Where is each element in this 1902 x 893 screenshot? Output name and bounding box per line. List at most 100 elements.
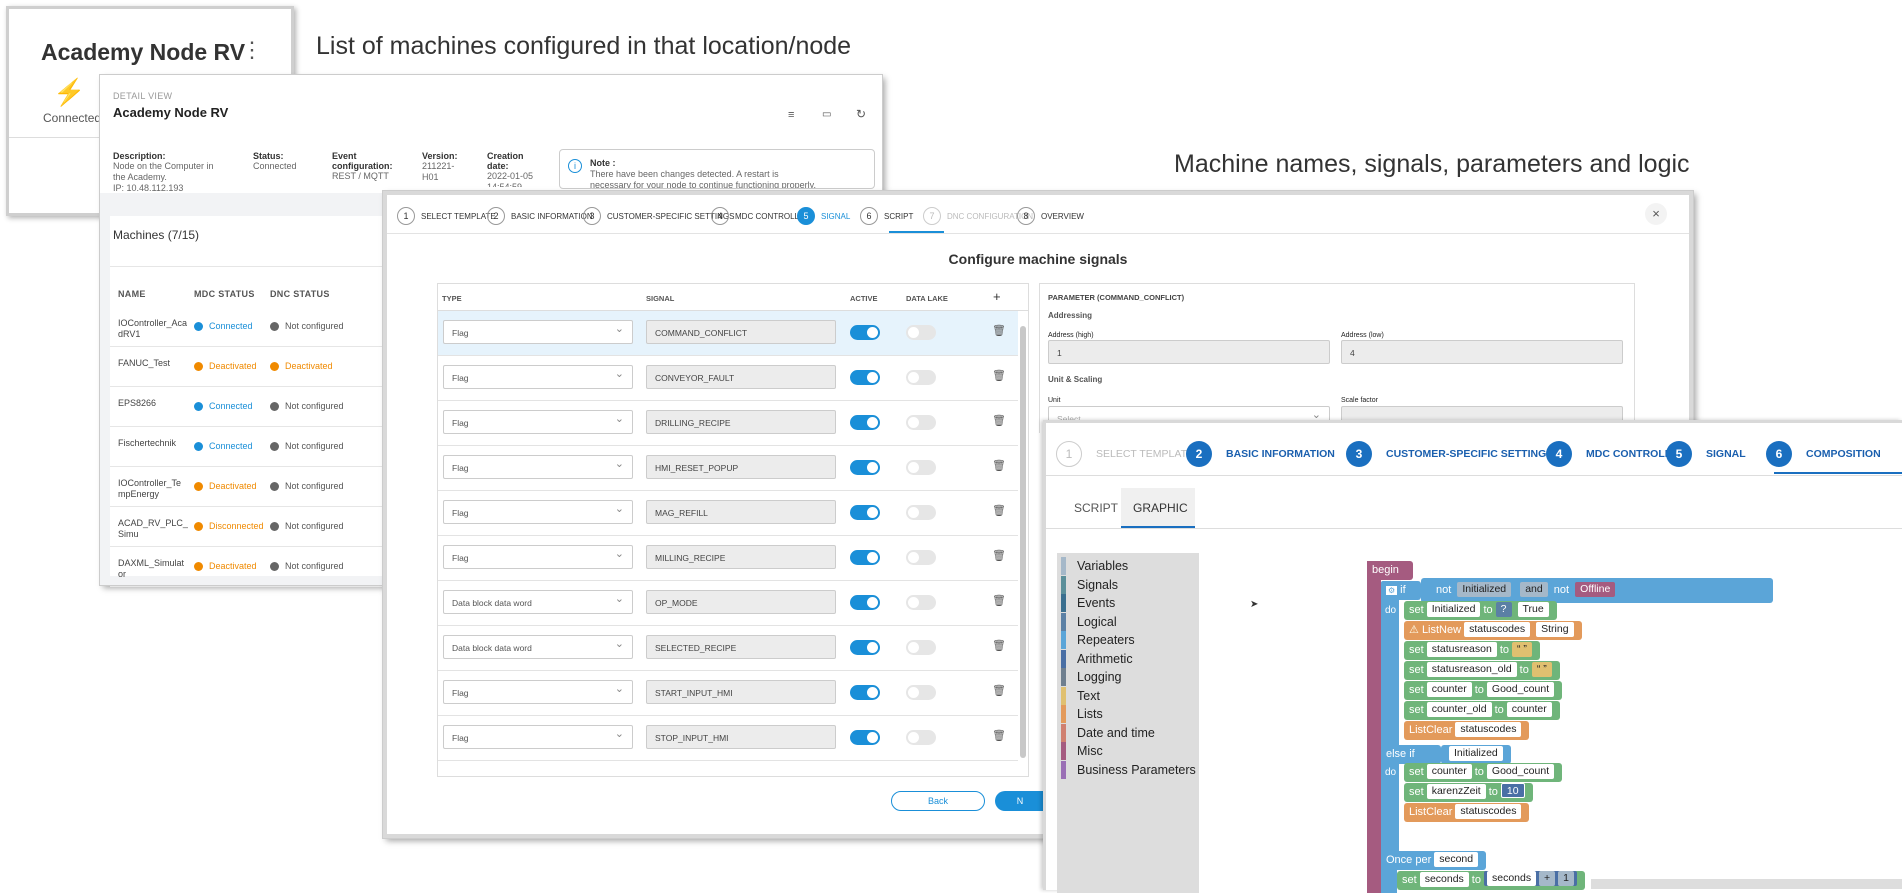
- composition-step-1[interactable]: 1 SELECT TEMPLATE: [1056, 441, 1194, 467]
- step-5[interactable]: 5 SIGNAL: [797, 207, 850, 225]
- gear-icon[interactable]: ⚙: [1386, 586, 1398, 595]
- active-toggle[interactable]: [850, 415, 880, 430]
- trash-icon[interactable]: 🗑: [992, 639, 1006, 652]
- machine-name[interactable]: FANUC_Test: [118, 358, 188, 369]
- set-initialized[interactable]: set Initialized to? True: [1404, 601, 1557, 620]
- table-row[interactable]: Flag MILLING_RECIPE 🗑: [438, 536, 1018, 581]
- offline-var[interactable]: Offline: [1575, 582, 1616, 597]
- var-statuscodes[interactable]: statuscodes: [1455, 722, 1522, 737]
- toolbox-category[interactable]: Signals: [1057, 575, 1199, 594]
- var-statusreason[interactable]: statusreason: [1426, 642, 1497, 657]
- data-lake-toggle[interactable]: [906, 460, 936, 475]
- toolbox-category[interactable]: Arithmetic: [1057, 649, 1199, 668]
- table-row[interactable]: Flag START_INPUT_HMI 🗑: [438, 671, 1018, 716]
- col-data-lake[interactable]: DATA LAKE: [906, 294, 948, 303]
- data-lake-toggle[interactable]: [906, 730, 936, 745]
- composition-step-2[interactable]: 2 BASIC INFORMATION: [1186, 441, 1335, 467]
- var-statusreason-old[interactable]: statusreason_old: [1426, 662, 1517, 677]
- interval-second[interactable]: second: [1434, 852, 1479, 867]
- type-select[interactable]: Flag: [443, 365, 633, 389]
- close-button[interactable]: ×: [1645, 203, 1667, 225]
- string-type[interactable]: String: [1536, 622, 1574, 637]
- data-lake-toggle[interactable]: [906, 550, 936, 565]
- signal-name-input[interactable]: START_INPUT_HMI: [646, 680, 836, 704]
- tab-graphic[interactable]: GRAPHIC: [1121, 488, 1195, 528]
- trash-icon[interactable]: 🗑: [992, 549, 1006, 562]
- trash-icon[interactable]: 🗑: [992, 369, 1006, 382]
- machine-name[interactable]: DAXML_Simulator: [118, 558, 188, 580]
- next-button[interactable]: N: [995, 791, 1045, 811]
- toolbox-category[interactable]: Variables: [1057, 557, 1199, 575]
- signal-name-input[interactable]: COMMAND_CONFLICT: [646, 320, 836, 344]
- data-lake-toggle[interactable]: [906, 415, 936, 430]
- var-counter[interactable]: counter: [1426, 682, 1472, 697]
- var-good-count[interactable]: Good_count: [1486, 682, 1555, 697]
- trash-icon[interactable]: 🗑: [992, 684, 1006, 697]
- tab-script[interactable]: SCRIPT: [1074, 501, 1118, 515]
- trash-icon[interactable]: 🗑: [992, 414, 1006, 427]
- set-counter-2[interactable]: set counter to Good_count: [1404, 763, 1563, 782]
- trash-icon[interactable]: 🗑: [992, 459, 1006, 472]
- type-select[interactable]: Data block data word: [443, 590, 633, 614]
- data-lake-toggle[interactable]: [906, 505, 936, 520]
- var-initialized[interactable]: Initialized: [1449, 746, 1503, 761]
- scrollbar[interactable]: [1020, 326, 1026, 758]
- data-lake-toggle[interactable]: [906, 595, 936, 610]
- address-low-input[interactable]: 4: [1341, 340, 1623, 364]
- trash-icon[interactable]: 🗑: [992, 729, 1006, 742]
- col-signal[interactable]: SIGNAL: [646, 294, 674, 303]
- table-row[interactable]: Flag DRILLING_RECIPE 🗑: [438, 401, 1018, 446]
- signal-name-input[interactable]: DRILLING_RECIPE: [646, 410, 836, 434]
- table-row[interactable]: EPS8266 Connected Not configured: [110, 387, 410, 427]
- table-row[interactable]: IOController_TempEnergy Deactivated Not …: [110, 467, 410, 507]
- step-6[interactable]: 6 SCRIPT: [860, 207, 913, 225]
- col-mdc-status[interactable]: MDC STATUS: [194, 289, 255, 299]
- var-statuscodes[interactable]: statuscodes: [1455, 804, 1522, 819]
- else-if-label[interactable]: else if: [1381, 745, 1441, 764]
- var-counter-old[interactable]: counter_old: [1426, 702, 1492, 717]
- data-lake-toggle[interactable]: [906, 370, 936, 385]
- signal-name-input[interactable]: SELECTED_RECIPE: [646, 635, 836, 659]
- true-value[interactable]: True: [1517, 602, 1549, 617]
- type-select[interactable]: Flag: [443, 320, 633, 344]
- condition-block[interactable]: not Initialized and not Offline: [1421, 578, 1773, 603]
- data-lake-toggle[interactable]: [906, 640, 936, 655]
- set-statusreason-old[interactable]: set statusreason_old to “ ”: [1404, 661, 1560, 680]
- var-seconds[interactable]: seconds: [1419, 872, 1469, 887]
- initialized-var[interactable]: Initialized: [1457, 582, 1512, 597]
- toolbox-category[interactable]: Lists: [1057, 705, 1199, 723]
- if-block[interactable]: ⚙ if: [1381, 581, 1421, 600]
- type-select[interactable]: Flag: [443, 545, 633, 569]
- table-row[interactable]: Data block data word SELECTED_RECIPE 🗑: [438, 626, 1018, 671]
- add-signal-button[interactable]: +: [993, 289, 1001, 304]
- trash-icon[interactable]: 🗑: [992, 594, 1006, 607]
- var-initialized[interactable]: Initialized: [1426, 602, 1481, 617]
- listnew-block[interactable]: ⚠ ListNew statuscodes String: [1404, 621, 1582, 640]
- type-select[interactable]: Flag: [443, 725, 633, 749]
- active-toggle[interactable]: [850, 640, 880, 655]
- var-counter[interactable]: counter: [1426, 764, 1472, 779]
- number-1[interactable]: 1: [1558, 871, 1574, 886]
- set-statusreason[interactable]: set statusreason to “ ”: [1404, 641, 1540, 660]
- composition-step-5[interactable]: 5 SIGNAL: [1666, 441, 1746, 467]
- active-toggle[interactable]: [850, 460, 880, 475]
- col-active[interactable]: ACTIVE: [850, 294, 878, 303]
- address-high-input[interactable]: 1: [1048, 340, 1330, 364]
- data-lake-toggle[interactable]: [906, 325, 936, 340]
- machine-name[interactable]: EPS8266: [118, 398, 188, 409]
- set-counter-old[interactable]: set counter_old to counter: [1404, 701, 1560, 720]
- toolbox-category[interactable]: Date and time: [1057, 723, 1199, 742]
- signal-name-input[interactable]: MAG_REFILL: [646, 500, 836, 524]
- var-counter[interactable]: counter: [1506, 702, 1552, 717]
- var-good-count[interactable]: Good_count: [1486, 764, 1555, 779]
- table-row[interactable]: Flag HMI_RESET_POPUP 🗑: [438, 446, 1018, 491]
- and-op[interactable]: and: [1520, 582, 1548, 597]
- plus-op[interactable]: +: [1539, 871, 1556, 886]
- step-8[interactable]: 8 OVERVIEW: [1017, 207, 1084, 225]
- col-name[interactable]: NAME: [118, 289, 146, 299]
- trash-icon[interactable]: 🗑: [992, 324, 1006, 337]
- active-toggle[interactable]: [850, 550, 880, 565]
- toolbox-category[interactable]: Logical: [1057, 612, 1199, 631]
- machine-name[interactable]: IOController_AcadRV1: [118, 318, 188, 340]
- workspace-scrollbar[interactable]: [1591, 879, 1902, 889]
